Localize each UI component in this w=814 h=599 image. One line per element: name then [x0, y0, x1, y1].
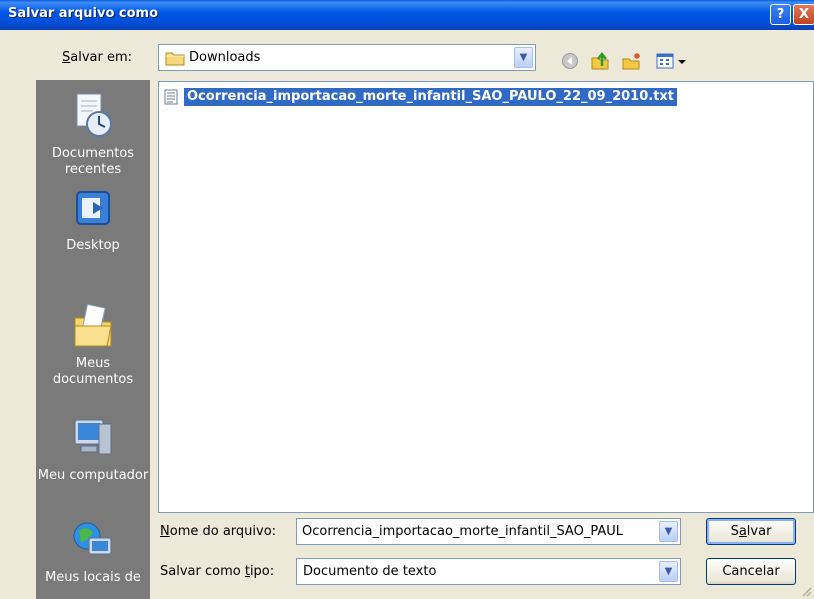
text-file-icon [164, 89, 178, 105]
save-in-dropdown[interactable]: Downloads ▼ [158, 44, 536, 71]
new-folder-icon[interactable] [622, 52, 642, 70]
file-list[interactable]: Ocorrencia_importacao_morte_infantil_SAO… [158, 81, 814, 513]
help-icon: ? [776, 7, 785, 22]
save-button[interactable]: Salvar [706, 518, 796, 545]
file-name-dropdown-button[interactable]: ▼ [659, 521, 678, 542]
recent-documents-icon [76, 93, 112, 137]
place-desktop[interactable]: Desktop [36, 188, 150, 254]
file-name-combo[interactable]: ▼ [296, 518, 681, 545]
my-computer-icon [74, 419, 112, 455]
place-label: Meus locais de [45, 570, 141, 585]
network-places-icon [73, 522, 112, 555]
my-documents-icon [74, 303, 112, 347]
place-my-documents[interactable]: Meus documentos [36, 300, 150, 388]
view-menu-icon[interactable] [656, 52, 696, 70]
file-type-value: Documento de texto [303, 564, 437, 579]
file-name-input[interactable] [300, 522, 655, 541]
place-recent-documents[interactable]: Documentos recentes [36, 92, 150, 178]
file-type-label-text: Salvar como tipo: [160, 564, 275, 579]
chevron-down-icon: ▼ [664, 526, 673, 537]
chevron-down-icon: ▼ [664, 566, 673, 577]
up-folder-icon[interactable] [590, 52, 610, 70]
window-title: Salvar arquivo como [8, 6, 159, 21]
desktop-icon [76, 191, 110, 225]
back-icon[interactable] [560, 52, 580, 70]
file-name-label-text: Nome do arquivo: [160, 524, 277, 539]
file-type-dropdown-button[interactable]: ▼ [659, 561, 678, 582]
cancel-button[interactable]: Cancelar [706, 558, 796, 585]
place-label: Meu computador [37, 468, 149, 483]
chevron-down-icon: ▼ [519, 52, 528, 63]
save-in-value: Downloads [189, 50, 261, 65]
place-my-computer[interactable]: Meu computador [36, 414, 150, 484]
place-network[interactable]: Meus locais de [36, 516, 150, 586]
place-label: Documentos recentes [51, 146, 135, 177]
save-in-label: Salvar em: [62, 50, 133, 65]
places-bar: Documentos recentes Desktop Meus documen… [36, 80, 150, 599]
file-type-dropdown[interactable]: Documento de texto ▼ [296, 558, 681, 585]
save-in-dropdown-button[interactable]: ▼ [514, 47, 533, 68]
resize-grip-icon[interactable] [800, 585, 812, 597]
folder-icon [165, 52, 185, 66]
file-name-label: Ocorrencia_importacao_morte_infantil_SAO… [182, 87, 679, 107]
place-label: Meus documentos [52, 356, 134, 387]
help-button[interactable]: ? [770, 4, 791, 25]
place-label: Desktop [66, 238, 120, 253]
close-icon: X [798, 7, 810, 22]
close-button[interactable]: X [793, 4, 814, 25]
title-bar[interactable]: Salvar arquivo como ? X [0, 0, 814, 30]
